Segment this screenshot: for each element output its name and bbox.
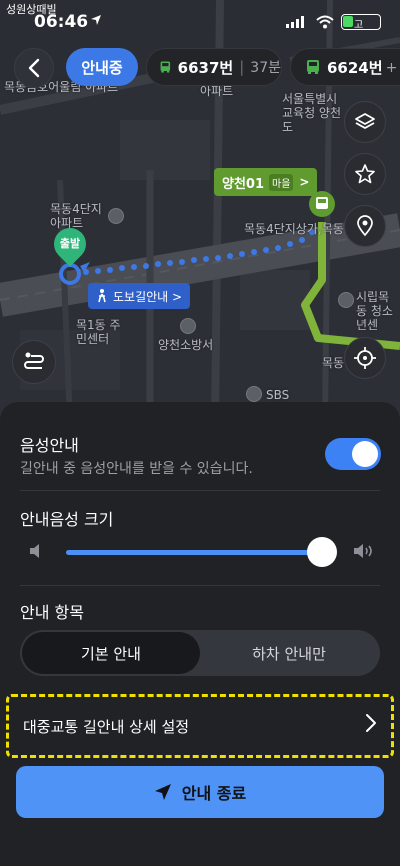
location-arrow-icon [91, 15, 101, 25]
battery-icon: 고 [341, 14, 381, 31]
voice-guide-description: 길안내 중 음성안내를 받을 수 있습니다. [20, 461, 253, 477]
bus-icon [160, 61, 171, 73]
map-label-mokdong: 목동 [322, 356, 345, 370]
place-pin-icon [357, 215, 373, 237]
tab-bus-6637[interactable]: 6637번 | 37분 [146, 48, 282, 86]
chevron-right-icon: > [299, 175, 310, 189]
segment-alight-label: 하차 안내만 [252, 644, 326, 663]
start-label: 출발 [59, 237, 81, 250]
star-icon [355, 164, 375, 184]
bus-stop-name: 양천01 [222, 176, 265, 192]
transit-detail-settings-label: 대중교통 길안내 상세 설정 [23, 717, 190, 736]
place-button[interactable] [344, 205, 386, 247]
map-label-apt3: 목동4단지 아파트 [50, 202, 102, 230]
route-option-icon [24, 352, 44, 369]
segment-basic-guide[interactable]: 기본 안내 [22, 632, 200, 674]
map-label-center: 목1동 주민센터 [76, 318, 121, 346]
poi-icon [180, 318, 196, 334]
poi-icon [246, 386, 262, 402]
layers-icon [355, 113, 375, 129]
volume-high-icon [354, 544, 372, 558]
walk-guide-tag[interactable]: 도보길안내 > [88, 283, 191, 309]
layers-button[interactable] [344, 101, 386, 143]
transit-detail-settings-row[interactable]: 대중교통 길안내 상세 설정 [6, 694, 394, 758]
tab-navigating-label: 안내중 [81, 58, 123, 77]
voice-guide-title: 음성안내 [20, 436, 79, 455]
end-guidance-label: 안내 종료 [181, 784, 247, 803]
back-button[interactable] [14, 48, 54, 88]
map-label-office: 서울특별시교육청 양천도 [282, 92, 342, 134]
poi-icon [108, 208, 124, 224]
favorite-button[interactable] [344, 153, 386, 195]
walking-icon [98, 289, 106, 303]
segment-alight-only[interactable]: 하차 안내만 [200, 632, 378, 674]
divider [20, 490, 380, 491]
status-bar: 성원상때빌 06:46 고 [0, 0, 400, 44]
map-label-stop: 목동4단지상가,목동 [244, 222, 344, 236]
start-marker[interactable]: 출발 [47, 221, 93, 267]
volume-title: 안내음성 크기 [20, 510, 114, 529]
status-time: 06:46 [34, 12, 89, 32]
voice-settings-sheet: 음성안내 길안내 중 음성안내를 받을 수 있습니다. 안내음성 크기 안내 항… [0, 402, 400, 866]
bus-stop-tag[interactable]: 양천01 마을 > [214, 168, 318, 196]
segment-basic-label: 기본 안내 [81, 644, 141, 663]
guide-items-title: 안내 항목 [20, 603, 84, 622]
bus2-suffix: + 환 [385, 60, 400, 76]
bus2-number: 6624번 [327, 58, 383, 77]
divider [20, 585, 380, 586]
chevron-right-icon [366, 714, 376, 732]
crosshair-icon [354, 347, 376, 369]
bus1-time: 37분 [250, 60, 281, 76]
guide-items-segment: 기본 안내 하차 안내만 [20, 630, 380, 676]
volume-low-icon [30, 544, 39, 558]
navigation-arrow-icon [154, 784, 171, 800]
map-label-sbs: SBS [266, 388, 290, 402]
my-location-button[interactable] [344, 337, 386, 379]
end-guidance-button[interactable]: 안내 종료 [16, 766, 384, 818]
tab-separator: | [239, 58, 245, 76]
map-label-youth: 시립목동 청소년센 [356, 290, 393, 332]
volume-slider[interactable] [66, 537, 337, 567]
signal-icon [286, 16, 304, 28]
route-option-button[interactable] [12, 340, 56, 384]
bus-icon [307, 60, 319, 74]
map-label-apt2: 아파트 [200, 84, 234, 98]
voice-guide-toggle[interactable] [325, 438, 381, 470]
tab-navigating[interactable]: 안내중 [66, 48, 138, 86]
volume-slider-thumb[interactable] [307, 537, 337, 567]
tab-bus-6624[interactable]: 6624번 + 환 [290, 48, 400, 86]
poi-icon [338, 292, 354, 308]
map-view[interactable]: 목동금호어울림 아파트 아파트 서울특별시교육청 양천도 목동4단지 아파트 목… [0, 0, 400, 420]
map-label-fire: 양천소방서 [158, 338, 214, 352]
wifi-icon [316, 15, 334, 29]
walk-guide-label: 도보길안내 > [113, 289, 183, 304]
bus-stop-type: 마을 [269, 173, 294, 191]
bus1-number: 6637번 [177, 58, 234, 77]
back-arrow-icon [28, 58, 40, 78]
